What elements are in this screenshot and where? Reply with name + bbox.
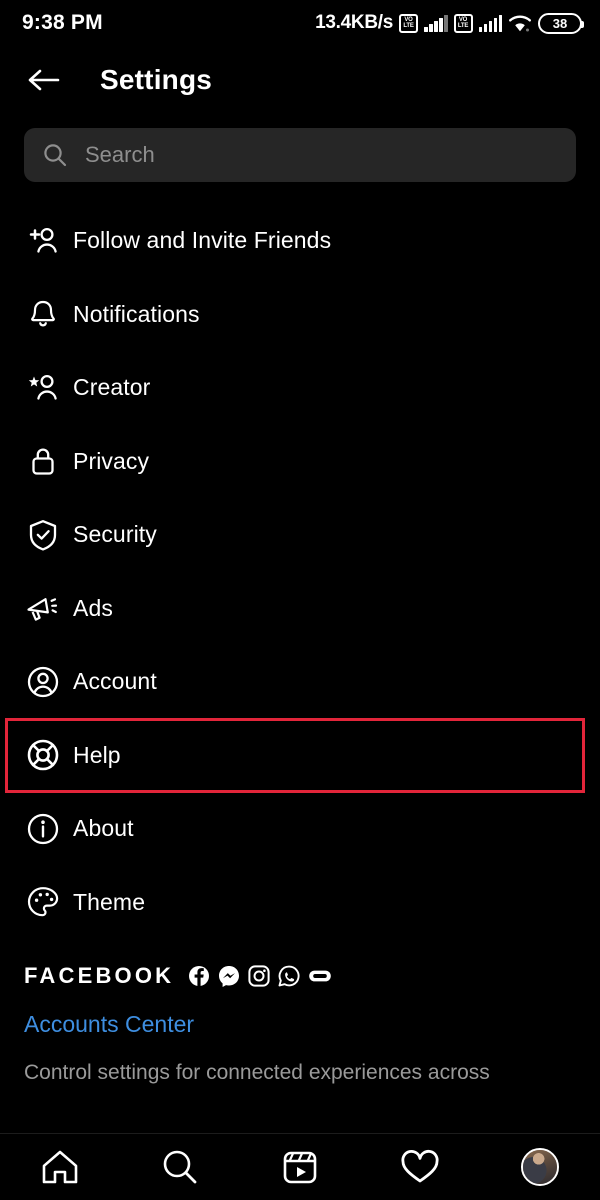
- instagram-icon: [248, 965, 270, 987]
- back-button[interactable]: [24, 60, 64, 100]
- menu-item-theme[interactable]: Theme: [0, 866, 600, 940]
- person-star-icon: [25, 370, 61, 406]
- messenger-icon: [218, 965, 240, 987]
- signal-bars-icon-1: [424, 14, 448, 32]
- nav-item-profile[interactable]: [510, 1141, 570, 1193]
- volte-bottom-text-2: LTE: [457, 23, 469, 29]
- facebook-brand-icons: [188, 965, 332, 987]
- facebook-section-description: Control settings for connected experienc…: [24, 1061, 490, 1084]
- app-header: Settings: [0, 46, 600, 114]
- bottom-navigation-bar: [0, 1133, 600, 1200]
- menu-item-account[interactable]: Account: [0, 645, 600, 719]
- menu-item-creator[interactable]: Creator: [0, 351, 600, 425]
- menu-item-follow-and-invite-friends[interactable]: Follow and Invite Friends: [0, 204, 600, 278]
- settings-menu-list: Follow and Invite Friends Notifications …: [0, 204, 600, 939]
- battery-icon: 38: [538, 12, 584, 34]
- nav-item-reels[interactable]: [270, 1141, 330, 1193]
- volte-icon-2: VO LTE: [453, 13, 473, 33]
- network-speed-label: 13.4KB/s: [315, 12, 393, 33]
- menu-item-label: Help: [73, 741, 121, 768]
- menu-item-notifications[interactable]: Notifications: [0, 278, 600, 352]
- signal-bars-icon-2: [478, 14, 502, 32]
- menu-item-label: Account: [73, 668, 157, 695]
- menu-item-privacy[interactable]: Privacy: [0, 425, 600, 499]
- lifebuoy-icon: [25, 737, 61, 773]
- volte-bottom-text: LTE: [403, 23, 414, 29]
- whatsapp-icon: [278, 965, 300, 987]
- menu-item-about[interactable]: About: [0, 792, 600, 866]
- search-placeholder: Search: [85, 142, 155, 167]
- status-clock: 9:38 PM: [22, 11, 103, 34]
- facebook-section: FACEBOOK Accounts Center Control setting…: [0, 939, 600, 1088]
- person-add-icon: [25, 223, 61, 259]
- menu-item-label: Security: [73, 521, 157, 548]
- search-input[interactable]: Search: [24, 128, 576, 182]
- status-indicators: 13.4KB/s VO LTE VO LTE 38: [315, 12, 584, 34]
- menu-item-label: Notifications: [73, 300, 200, 327]
- volte-icon-1: VO LTE: [399, 13, 418, 33]
- menu-item-label: About: [73, 815, 134, 842]
- menu-item-label: Privacy: [73, 447, 150, 474]
- megaphone-icon: [25, 590, 61, 626]
- palette-icon: [25, 884, 61, 920]
- profile-avatar: [521, 1148, 559, 1186]
- accounts-center-link[interactable]: Accounts Center: [24, 1011, 576, 1038]
- menu-item-label: Ads: [73, 594, 113, 621]
- menu-item-help[interactable]: Help: [5, 717, 585, 793]
- facebook-heading-row: FACEBOOK: [24, 963, 576, 989]
- app-screen: 9:38 PM 13.4KB/s VO LTE VO LTE 38 Settin…: [0, 0, 600, 1200]
- portal-icon: [308, 967, 332, 985]
- arrow-left-icon: [27, 66, 61, 94]
- search-icon: [42, 142, 68, 168]
- info-circle-icon: [25, 811, 61, 847]
- nav-item-home[interactable]: [30, 1141, 90, 1193]
- status-bar: 9:38 PM 13.4KB/s VO LTE VO LTE 38: [0, 0, 600, 46]
- lock-icon: [25, 443, 61, 479]
- search-icon: [161, 1148, 199, 1186]
- facebook-heading: FACEBOOK: [24, 963, 175, 988]
- bell-icon: [25, 296, 61, 332]
- shield-check-icon: [25, 517, 61, 553]
- menu-item-label: Follow and Invite Friends: [73, 227, 332, 254]
- menu-item-ads[interactable]: Ads: [0, 572, 600, 646]
- facebook-icon: [188, 965, 210, 987]
- reels-icon: [281, 1148, 319, 1186]
- page-title: Settings: [100, 64, 213, 95]
- menu-item-security[interactable]: Security: [0, 498, 600, 572]
- heart-icon: [400, 1149, 440, 1185]
- nav-item-activity[interactable]: [390, 1141, 450, 1193]
- battery-level-label: 38: [552, 15, 568, 31]
- menu-item-label: Theme: [73, 888, 146, 915]
- home-icon: [40, 1148, 80, 1186]
- wifi-icon: [508, 14, 532, 33]
- account-circle-icon: [25, 664, 61, 700]
- menu-item-label: Creator: [73, 374, 151, 401]
- search-section: Search: [0, 114, 600, 182]
- nav-item-search[interactable]: [150, 1141, 210, 1193]
